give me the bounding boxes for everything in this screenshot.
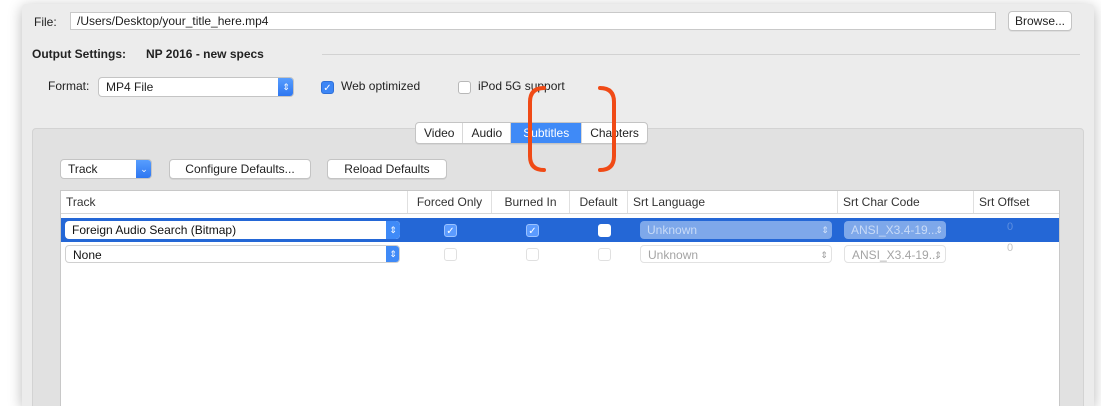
track-popup[interactable]: Track ⌄: [60, 159, 152, 179]
column-header-srt-offset[interactable]: Srt Offset: [974, 191, 1059, 213]
column-header-srt-language[interactable]: Srt Language: [628, 191, 838, 213]
column-header-srt-char-code[interactable]: Srt Char Code: [838, 191, 974, 213]
track-select[interactable]: Foreign Audio Search (Bitmap) ⇕: [65, 221, 400, 239]
chevron-down-icon: ⌄: [136, 160, 151, 178]
srt-language-value: Unknown: [648, 248, 699, 262]
format-value: MP4 File: [106, 80, 154, 94]
burned-in-checkbox[interactable]: [526, 248, 539, 261]
column-header-default[interactable]: Default: [570, 191, 628, 213]
table-row[interactable]: Foreign Audio Search (Bitmap) ⇕ ✓ ✓ Unkn…: [61, 218, 1059, 242]
popup-arrows-icon: ⇕: [935, 225, 943, 235]
burned-in-checkbox[interactable]: ✓: [526, 224, 539, 237]
browse-button[interactable]: Browse...: [1008, 11, 1072, 31]
popup-arrows-icon: ⇕: [821, 225, 829, 235]
reload-defaults-button[interactable]: Reload Defaults: [327, 159, 447, 179]
file-path-field[interactable]: /Users/Desktop/your_title_here.mp4: [70, 12, 996, 30]
forced-only-checkbox[interactable]: [444, 248, 457, 261]
popup-arrows-icon: ⇕: [386, 246, 399, 262]
popup-arrows-icon: ⇕: [934, 250, 942, 260]
column-header-forced-only[interactable]: Forced Only: [408, 191, 492, 213]
file-label: File:: [34, 15, 57, 29]
track-select[interactable]: None ⇕: [65, 245, 400, 263]
subtitle-table: Track Forced Only Burned In Default Srt …: [60, 190, 1060, 406]
ipod-support-checkbox[interactable]: [458, 81, 471, 94]
column-header-burned-in[interactable]: Burned In: [492, 191, 570, 213]
track-select-value: None: [73, 248, 102, 262]
web-optimized-checkbox[interactable]: ✓: [321, 81, 334, 94]
format-popup[interactable]: MP4 File ⇕: [98, 77, 294, 97]
popup-arrows-icon: ⇕: [820, 250, 828, 260]
srt-char-code-select[interactable]: ANSI_X3.4-19... ⇕: [844, 245, 946, 263]
srt-char-code-select[interactable]: ANSI_X3.4-19... ⇕: [844, 221, 946, 239]
header-divider: [61, 213, 1059, 214]
srt-language-select[interactable]: Unknown ⇕: [640, 245, 832, 263]
default-checkbox[interactable]: [598, 224, 611, 237]
handbrake-window: File: /Users/Desktop/your_title_here.mp4…: [22, 4, 1094, 406]
srt-offset-field[interactable]: 0: [1007, 242, 1013, 254]
format-label: Format:: [48, 79, 90, 93]
srt-char-code-value: ANSI_X3.4-19...: [851, 223, 938, 237]
srt-language-value: Unknown: [647, 223, 698, 237]
preset-name: NP 2016 - new specs: [146, 47, 264, 61]
section-divider: [322, 54, 1080, 55]
tab-video[interactable]: Video: [416, 123, 464, 143]
track-popup-value: Track: [68, 162, 98, 176]
popup-arrows-icon: ⇕: [278, 78, 293, 96]
output-settings-label: Output Settings:: [32, 47, 126, 61]
default-checkbox[interactable]: [598, 248, 611, 261]
track-select-value: Foreign Audio Search (Bitmap): [72, 223, 237, 237]
srt-language-select[interactable]: Unknown ⇕: [640, 221, 832, 239]
tab-audio[interactable]: Audio: [463, 123, 512, 143]
annotation-bracket-highlight: [528, 86, 616, 172]
srt-offset-field[interactable]: 0: [1007, 221, 1013, 233]
table-row[interactable]: None ⇕ Unknown ⇕ ANSI_X3.4-19... ⇕ 0: [61, 242, 1059, 266]
srt-char-code-value: ANSI_X3.4-19...: [852, 248, 939, 262]
popup-arrows-icon: ⇕: [386, 221, 400, 239]
configure-defaults-button[interactable]: Configure Defaults...: [169, 159, 311, 179]
column-header-track[interactable]: Track: [61, 191, 408, 213]
web-optimized-label: Web optimized: [341, 79, 421, 93]
forced-only-checkbox[interactable]: ✓: [444, 224, 457, 237]
